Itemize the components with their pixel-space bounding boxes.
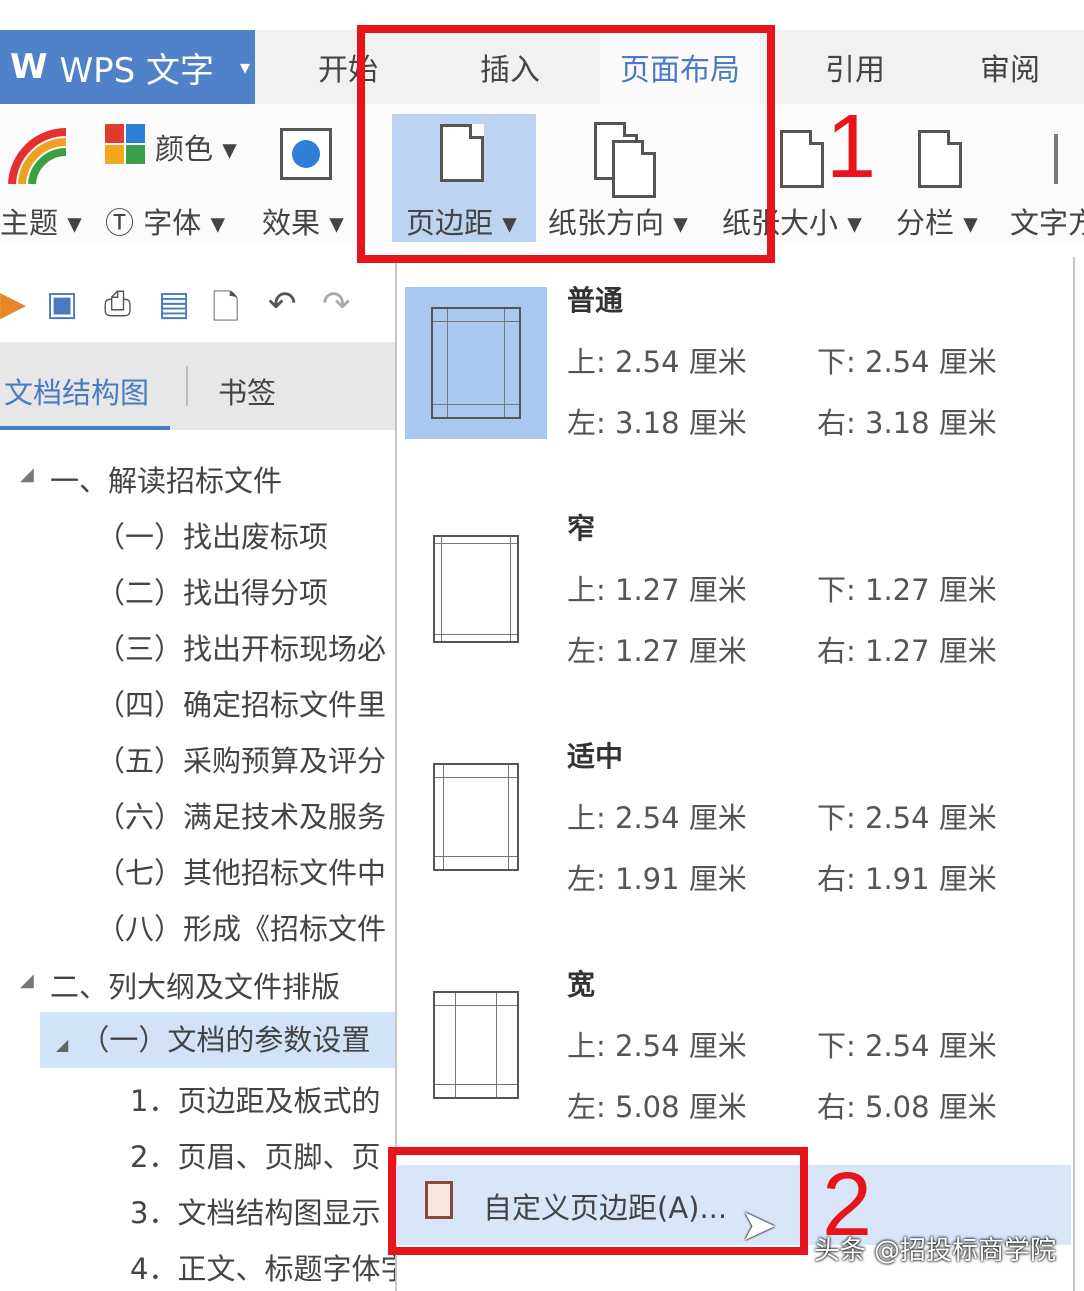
collapse-icon[interactable]: ◢ bbox=[20, 970, 34, 991]
preview-icon[interactable]: 🗋 bbox=[212, 284, 239, 341]
tree-item[interactable]: 2．页眉、页脚、页 bbox=[130, 1134, 380, 1176]
document-outline-tree: ◢ 一、解读招标文件 （一）找出废标项 （二）找出得分项 （三）找出开标现场必 … bbox=[0, 430, 395, 1291]
tree-item[interactable]: 3．文档结构图显示 bbox=[130, 1190, 380, 1232]
tree-item[interactable]: 一、解读招标文件 bbox=[50, 458, 282, 500]
chevron-down-icon: ▾ bbox=[240, 55, 251, 79]
tree-item[interactable]: 二、列大纲及文件排版 bbox=[50, 964, 340, 1006]
tree-item[interactable]: （五）采购预算及评分 bbox=[96, 738, 386, 780]
tab-review[interactable]: 审阅 bbox=[940, 30, 1080, 104]
margin-dropdown: 普通 上: 2.54 厘米 下: 2.54 厘米 左: 3.18 厘米 右: 3… bbox=[395, 257, 1075, 1291]
print-icon[interactable]: ▤ bbox=[158, 284, 190, 324]
tree-item[interactable]: （三）找出开标现场必 bbox=[96, 626, 386, 668]
margin-option-narrow[interactable]: 窄 上: 1.27 厘米 下: 1.27 厘米 左: 1.27 厘米 右: 1.… bbox=[397, 485, 1073, 710]
redo-icon[interactable]: ↷ bbox=[322, 284, 351, 324]
tree-item[interactable]: （二）找出得分项 bbox=[96, 570, 328, 612]
theme-icon bbox=[8, 126, 72, 186]
tree-item-selected[interactable]: ◢ （一）文档的参数设置 bbox=[40, 1012, 395, 1068]
theme-button[interactable]: 主题 ▾ bbox=[0, 200, 82, 242]
tree-item[interactable]: （四）确定招标文件里 bbox=[96, 682, 386, 724]
page-thumbnail-icon bbox=[405, 287, 547, 439]
print-preview-icon[interactable]: ⎙ bbox=[104, 284, 131, 324]
annotation-box-1 bbox=[357, 25, 775, 263]
tree-item[interactable]: （一）找出废标项 bbox=[96, 514, 328, 556]
app-menu-button[interactable]: W WPS 文字 ▾ bbox=[0, 30, 255, 104]
color-palette-icon bbox=[105, 124, 145, 164]
mouse-cursor-icon: ➤ bbox=[740, 1200, 777, 1251]
effects-icon bbox=[280, 128, 332, 180]
paper-size-icon bbox=[780, 130, 824, 188]
margin-option-wide[interactable]: 宽 上: 2.54 厘米 下: 2.54 厘米 左: 5.08 厘米 右: 5.… bbox=[397, 941, 1073, 1166]
text-direction-icon bbox=[1054, 134, 1058, 184]
font-t-icon: Ⓣ bbox=[105, 206, 135, 240]
save-icon[interactable]: ▣ bbox=[46, 284, 78, 324]
page-thumbnail-icon bbox=[405, 971, 547, 1123]
tab-divider bbox=[186, 366, 188, 406]
tab-references[interactable]: 引用 bbox=[780, 30, 930, 104]
tab-document-outline[interactable]: 文档结构图 bbox=[4, 370, 149, 412]
margin-option-normal[interactable]: 普通 上: 2.54 厘米 下: 2.54 厘米 左: 3.18 厘米 右: 3… bbox=[397, 257, 1073, 482]
columns-button[interactable]: 分栏 ▾ bbox=[890, 114, 1000, 242]
quick-access-bar: ▶ ▣ ⎙ ▤ 🗋 ↶ ↷ bbox=[0, 262, 395, 342]
tree-item[interactable]: 4．正文、标题字体字… bbox=[130, 1246, 395, 1288]
tab-bookmark[interactable]: 书签 bbox=[218, 370, 276, 412]
columns-icon bbox=[918, 130, 962, 188]
tree-item[interactable]: （六）满足技术及服务 bbox=[96, 794, 386, 836]
text-direction-button[interactable]: 文字方 bbox=[1008, 114, 1084, 242]
collapse-icon[interactable]: ◢ bbox=[56, 1035, 68, 1054]
effects-button[interactable]: 效果 ▾ bbox=[262, 200, 344, 242]
font-button[interactable]: Ⓣ 字体 ▾ bbox=[105, 200, 225, 242]
panel-header: 文档结构图 书签 bbox=[0, 342, 395, 432]
tree-item[interactable]: 1．页边距及板式的 bbox=[130, 1078, 380, 1120]
margin-option-moderate[interactable]: 适中 上: 2.54 厘米 下: 2.54 厘米 左: 1.91 厘米 右: 1… bbox=[397, 713, 1073, 938]
page-thumbnail-icon bbox=[405, 515, 547, 667]
color-button[interactable]: 颜色 ▾ bbox=[155, 126, 237, 168]
wps-logo-icon: W bbox=[10, 47, 48, 87]
collapse-icon[interactable]: ◢ bbox=[20, 464, 34, 485]
annotation-marker-1: 1 bbox=[826, 97, 877, 197]
app-name: WPS 文字 bbox=[59, 50, 215, 91]
open-folder-icon[interactable]: ▶ bbox=[0, 284, 26, 324]
watermark: 头条 @招投标商学院 bbox=[813, 1236, 1056, 1266]
tree-item[interactable]: （七）其他招标文件中 bbox=[96, 850, 386, 892]
page-thumbnail-icon bbox=[405, 743, 547, 895]
tree-item[interactable]: （八）形成《招标文件 bbox=[96, 906, 386, 948]
undo-icon[interactable]: ↶ bbox=[268, 284, 297, 324]
